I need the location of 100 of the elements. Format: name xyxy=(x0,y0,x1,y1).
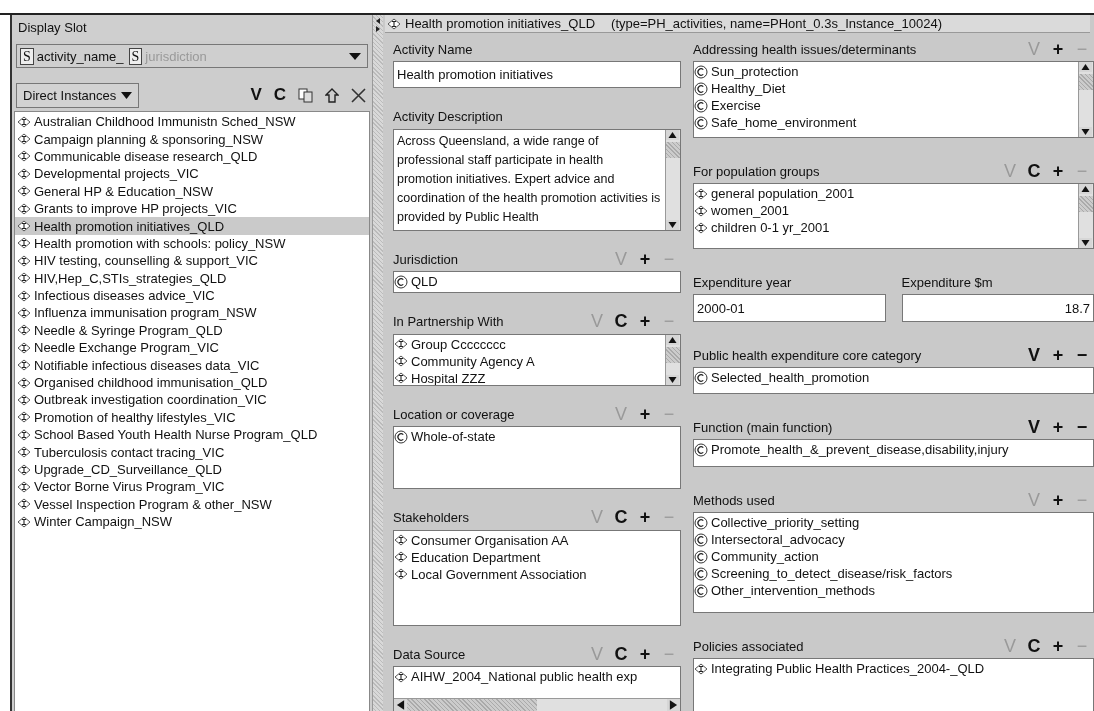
scroll-thumb[interactable] xyxy=(666,141,680,158)
text-field[interactable]: 2000-01 xyxy=(693,294,886,322)
scroll-thumb[interactable] xyxy=(1079,196,1093,212)
value-item[interactable]: Sun_protection xyxy=(694,63,799,80)
field-button[interactable]: + xyxy=(633,311,657,332)
value-item[interactable]: Other_intervention_methods xyxy=(694,582,876,599)
field-button[interactable]: + xyxy=(633,643,657,665)
value-item[interactable]: Education Department xyxy=(394,548,541,566)
instance-item[interactable]: Outbreak investigation coordination_VIC xyxy=(15,391,369,409)
value-item[interactable]: Screening_to_detect_disease/risk_factors xyxy=(694,565,953,582)
vertical-scrollbar[interactable] xyxy=(1078,184,1093,248)
instance-item[interactable]: Health promotion initiatives_QLD xyxy=(15,217,369,235)
view-button[interactable]: V xyxy=(250,85,262,105)
value-item[interactable]: Hospital ZZZ xyxy=(394,369,486,385)
instance-item[interactable]: Infectious diseases advice_VIC xyxy=(15,286,369,305)
instance-item[interactable]: Health promotion with schools: policy_NSW xyxy=(15,234,369,253)
field-button[interactable]: − xyxy=(1070,416,1094,438)
value-item[interactable]: Exercise xyxy=(694,97,761,114)
instance-item[interactable]: Needle Exchange Program_VIC xyxy=(15,339,369,357)
field-button[interactable]: C xyxy=(1022,635,1046,657)
instance-item[interactable]: Tuberculosis contact tracing_VIC xyxy=(15,443,369,461)
field-button[interactable]: + xyxy=(1046,344,1070,366)
instance-item[interactable]: School Based Youth Health Nurse Program_QLD xyxy=(15,426,369,444)
diamond-icon xyxy=(17,498,31,511)
value-item[interactable]: Whole-of-state xyxy=(394,428,496,445)
value-item[interactable]: Safe_home_environment xyxy=(694,114,857,131)
scroll-left-icon[interactable] xyxy=(394,699,407,711)
field-button[interactable]: + xyxy=(1046,635,1070,657)
scroll-up-icon[interactable] xyxy=(1079,62,1092,72)
text-field[interactable]: 18.7 xyxy=(901,294,1094,322)
instance-item[interactable]: Needle & Syringe Program_QLD xyxy=(15,321,369,340)
up-arrow-icon[interactable] xyxy=(325,87,339,103)
scroll-thumb[interactable] xyxy=(407,699,537,711)
field-button[interactable]: + xyxy=(633,403,657,425)
value-item[interactable]: women_2001 xyxy=(694,202,790,219)
field-button[interactable]: V xyxy=(1022,416,1046,438)
value-item[interactable]: Intersectoral_advocacy xyxy=(694,531,845,548)
vertical-scrollbar[interactable] xyxy=(1078,62,1093,137)
field-button[interactable]: + xyxy=(633,507,657,528)
field-button[interactable]: C xyxy=(609,643,633,665)
copy-icon[interactable] xyxy=(298,87,313,103)
close-icon[interactable] xyxy=(351,87,366,103)
value-item[interactable]: Community_action xyxy=(694,548,819,565)
value-item[interactable]: QLD xyxy=(394,273,438,290)
instance-item[interactable]: Promotion of healthy lifestyles_VIC xyxy=(15,408,369,427)
instance-item[interactable]: Grants to improve HP projects_VIC xyxy=(15,199,369,218)
vertical-scrollbar[interactable] xyxy=(665,129,680,230)
create-button[interactable]: C xyxy=(273,85,286,105)
instance-item[interactable]: Developmental projects_VIC xyxy=(15,165,369,183)
instance-title: Health promotion initiatives_QLD xyxy=(405,16,596,31)
scroll-down-icon[interactable] xyxy=(1079,238,1092,248)
scroll-down-icon[interactable] xyxy=(666,219,679,230)
field-button[interactable]: C xyxy=(609,311,633,332)
value-item[interactable]: Group Cccccccc xyxy=(394,335,506,353)
scroll-up-icon[interactable] xyxy=(666,334,679,345)
instances-dropdown[interactable]: Direct Instances xyxy=(16,82,140,108)
field-button[interactable]: C xyxy=(1022,160,1046,182)
value-item[interactable]: children 0-1 yr_2001 xyxy=(694,219,830,236)
instance-item[interactable]: Communicable disease research_QLD xyxy=(15,147,369,166)
value-item[interactable]: Community Agency A xyxy=(394,352,535,370)
field-button[interactable]: C xyxy=(609,507,633,528)
field-button[interactable]: V xyxy=(1022,344,1046,366)
field-button[interactable]: + xyxy=(1046,489,1070,511)
instance-item[interactable]: Upgrade_CD_Surveillance_QLD xyxy=(15,460,369,479)
diamond-icon xyxy=(17,359,31,372)
instance-item[interactable]: Notifiable infectious diseases data_VIC xyxy=(15,356,369,374)
instance-item[interactable]: Vessel Inspection Program & other_NSW xyxy=(15,495,369,513)
instance-item[interactable]: Organised childhood immunisation_QLD xyxy=(15,373,369,392)
splitter-arrows-icon[interactable] xyxy=(375,17,381,33)
scroll-down-icon[interactable] xyxy=(1079,127,1092,137)
value-item[interactable]: Collective_priority_setting xyxy=(694,514,860,531)
caret-icon xyxy=(121,91,133,99)
instance-item[interactable]: General HP & Education_NSW xyxy=(15,182,369,200)
instance-item[interactable]: Winter Campaign_NSW xyxy=(15,513,369,531)
instance-item[interactable]: Vector Borne Virus Program_VIC xyxy=(15,478,369,496)
field-button[interactable]: + xyxy=(1046,160,1070,182)
scroll-right-icon[interactable] xyxy=(667,699,680,711)
scroll-up-icon[interactable] xyxy=(1079,184,1092,194)
horizontal-scrollbar[interactable] xyxy=(394,698,680,711)
instance-item[interactable]: HIV,Hep_C,STIs_strategies_QLD xyxy=(15,269,369,287)
field-button[interactable]: − xyxy=(1070,344,1094,366)
text-field[interactable]: Health promotion initiatives xyxy=(393,61,681,88)
diamond-icon xyxy=(17,150,31,163)
vertical-scrollbar[interactable] xyxy=(665,334,680,385)
instance-item[interactable]: Influenza immunisation program_NSW xyxy=(15,304,369,322)
instance-item[interactable]: HIV testing, counselling & support_VIC xyxy=(15,252,369,270)
value-item[interactable]: Local Government Association xyxy=(394,565,587,583)
field-button[interactable]: + xyxy=(633,248,657,270)
field-button[interactable]: + xyxy=(1046,38,1070,60)
field-button[interactable]: + xyxy=(1046,416,1070,438)
value-item[interactable]: Consumer Organisation AA xyxy=(394,531,569,549)
instance-item[interactable]: Australian Childhood Immunistn Sched_NSW xyxy=(15,113,369,131)
scroll-thumb[interactable] xyxy=(1079,74,1093,90)
scroll-thumb[interactable] xyxy=(666,346,680,363)
value-item[interactable]: general population_2001 xyxy=(694,185,855,202)
scroll-up-icon[interactable] xyxy=(666,129,679,140)
value-item[interactable]: Healthy_Diet xyxy=(694,80,786,97)
scroll-down-icon[interactable] xyxy=(666,374,679,385)
slot-badge: S xyxy=(128,47,143,65)
instance-item[interactable]: Campaign planning & sponsoring_NSW xyxy=(15,130,369,148)
